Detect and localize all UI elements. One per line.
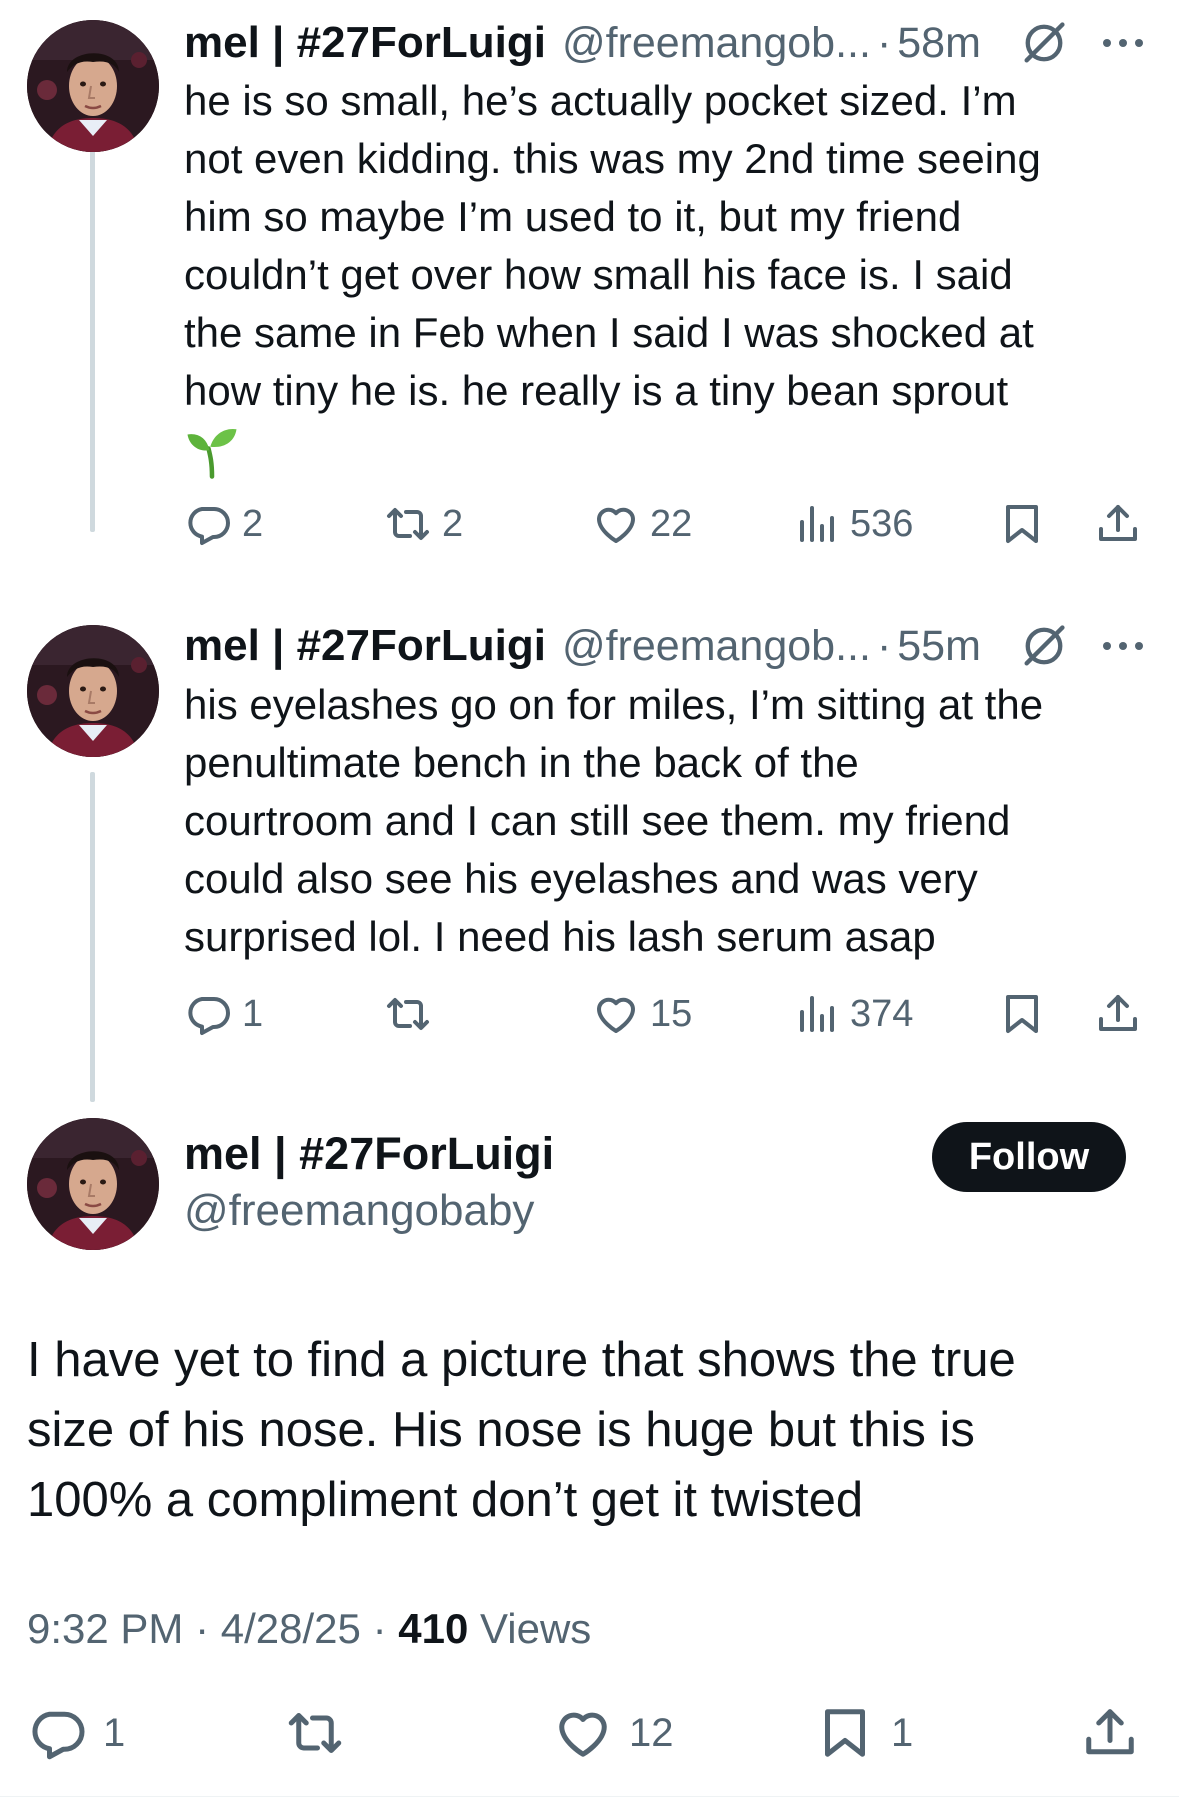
timestamp[interactable]: 58m — [897, 19, 981, 68]
repost-count: 2 — [442, 502, 464, 545]
user-handle[interactable]: @freemangob... — [562, 19, 871, 68]
like-count: 22 — [650, 502, 693, 545]
display-name[interactable]: mel | #27ForLuigi — [184, 1128, 554, 1180]
tweet-date[interactable]: 4/28/25 — [221, 1605, 361, 1652]
avatar[interactable] — [27, 1118, 159, 1250]
display-name[interactable]: mel | #27ForLuigi — [184, 621, 546, 671]
repost-icon — [285, 1703, 345, 1763]
repost-button[interactable] — [285, 1703, 361, 1763]
seedling-emoji — [187, 428, 237, 479]
grok-icon[interactable] — [1018, 620, 1070, 672]
separator-dot: · — [372, 1605, 387, 1652]
user-handle[interactable]: @freemangob... — [562, 622, 871, 671]
bookmark-button[interactable] — [998, 990, 1046, 1038]
repost-icon — [384, 500, 432, 548]
views-button[interactable]: 374 — [792, 990, 913, 1038]
views-icon — [792, 500, 840, 548]
separator-dot: · — [876, 18, 892, 67]
reply-count: 1 — [103, 1710, 126, 1755]
views-total: 410 — [398, 1605, 469, 1652]
share-button[interactable] — [1080, 1703, 1140, 1763]
tweet-meta: 9:32 PM · 4/28/25 · 410 Views — [27, 1605, 591, 1653]
repost-button[interactable] — [384, 990, 442, 1038]
heart-icon — [592, 990, 640, 1038]
views-count: 536 — [850, 502, 914, 545]
reply-button[interactable]: 2 — [184, 500, 263, 548]
share-icon — [1094, 990, 1142, 1038]
thread-line — [90, 772, 95, 1102]
views-count: 374 — [850, 992, 914, 1035]
reply-count: 1 — [242, 992, 264, 1035]
bookmark-button[interactable]: 1 — [815, 1703, 913, 1763]
bookmark-icon — [998, 990, 1046, 1038]
heart-icon — [553, 1703, 613, 1763]
share-icon — [1080, 1703, 1140, 1763]
like-button[interactable]: 22 — [592, 500, 692, 548]
views-icon — [792, 990, 840, 1038]
grok-icon[interactable] — [1018, 17, 1070, 69]
separator-dot: · — [195, 1605, 210, 1652]
like-count: 15 — [650, 992, 693, 1035]
tweet-text: he is so small, he’s actually pocket siz… — [184, 77, 1041, 414]
share-icon — [1094, 500, 1142, 548]
like-button[interactable]: 15 — [592, 990, 692, 1038]
bookmark-icon — [815, 1703, 875, 1763]
reply-count: 2 — [242, 502, 264, 545]
avatar[interactable] — [27, 625, 159, 757]
bookmark-button[interactable] — [998, 500, 1046, 548]
tweet-header: mel | #27ForLuigi @freemangob... · 58m — [184, 14, 981, 72]
display-name[interactable]: mel | #27ForLuigi — [184, 18, 546, 68]
user-handle[interactable]: @freemangobaby — [184, 1186, 534, 1236]
timestamp[interactable]: 55m — [897, 622, 981, 671]
reply-icon — [184, 990, 232, 1038]
more-icon[interactable] — [1098, 33, 1148, 53]
tweet-text: his eyelashes go on for miles, I’m sitti… — [184, 681, 1044, 960]
share-button[interactable] — [1094, 990, 1142, 1038]
thread-line — [90, 148, 95, 532]
separator-dot: · — [876, 621, 892, 670]
tweet-header: mel | #27ForLuigi @freemangob... · 55m — [184, 617, 981, 675]
reply-button[interactable]: 1 — [184, 990, 263, 1038]
reply-button[interactable]: 1 — [27, 1703, 125, 1763]
divider — [0, 1796, 1179, 1797]
like-button[interactable]: 12 — [553, 1703, 674, 1763]
bookmark-icon — [998, 500, 1046, 548]
views-label: Views — [480, 1605, 592, 1652]
like-count: 12 — [629, 1710, 674, 1755]
views-button[interactable]: 536 — [792, 500, 913, 548]
reply-icon — [27, 1703, 87, 1763]
tweet-text: I have yet to find a picture that shows … — [27, 1333, 1016, 1527]
follow-button[interactable]: Follow — [932, 1122, 1126, 1192]
bookmark-count: 1 — [891, 1710, 914, 1755]
repost-icon — [384, 990, 432, 1038]
reply-icon — [184, 500, 232, 548]
repost-button[interactable]: 2 — [384, 500, 463, 548]
tweet-time[interactable]: 9:32 PM — [27, 1605, 183, 1652]
more-icon[interactable] — [1098, 636, 1148, 656]
heart-icon — [592, 500, 640, 548]
avatar[interactable] — [27, 20, 159, 152]
share-button[interactable] — [1094, 500, 1142, 548]
